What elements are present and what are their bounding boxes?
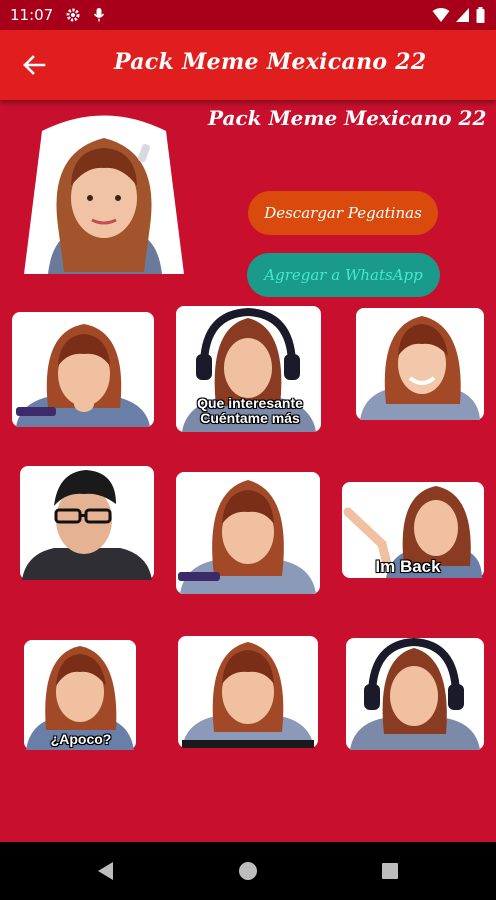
sticker-item[interactable] <box>20 466 154 580</box>
recents-square-icon <box>375 863 405 890</box>
nav-back-button[interactable] <box>92 856 122 886</box>
back-triangle-icon <box>92 862 122 890</box>
pack-cover-image <box>22 106 186 278</box>
battery-icon <box>476 7 485 27</box>
home-circle-icon <box>233 862 263 890</box>
app-bar-title: Pack Meme Mexicano 22 <box>114 49 427 75</box>
pack-title: Pack Meme Mexicano 22 <box>208 106 487 130</box>
download-stickers-button[interactable]: Descargar Pegatinas <box>248 191 438 235</box>
mic-icon <box>93 7 105 27</box>
status-time: 11:07 <box>10 6 54 24</box>
sticker-caption: ¿Apoco? <box>50 731 112 747</box>
sticker-item[interactable] <box>178 636 318 748</box>
nav-home-button[interactable] <box>233 856 263 886</box>
sticker-item[interactable] <box>346 638 484 750</box>
arrow-left-icon <box>14 55 54 89</box>
status-bar: 11:07 <box>0 0 496 30</box>
sticker-pack-content: Pack Meme Mexicano 22 Descargar Pegatina… <box>0 100 496 842</box>
add-to-whatsapp-button[interactable]: Agregar a WhatsApp <box>247 253 440 297</box>
nav-recents-button[interactable] <box>375 856 405 886</box>
sticker-item[interactable] <box>176 472 320 594</box>
gear-icon <box>65 7 81 27</box>
app-bar: Pack Meme Mexicano 22 <box>0 30 496 100</box>
sticker-item[interactable] <box>356 308 484 420</box>
sticker-item[interactable] <box>12 312 154 427</box>
sticker-caption: Im Back <box>375 557 441 576</box>
signal-icon <box>455 7 470 27</box>
wifi-icon <box>432 7 450 27</box>
navigation-bar <box>0 842 496 900</box>
back-button[interactable] <box>14 45 54 85</box>
sticker-caption: Que interesante Cuéntame más <box>197 395 303 426</box>
